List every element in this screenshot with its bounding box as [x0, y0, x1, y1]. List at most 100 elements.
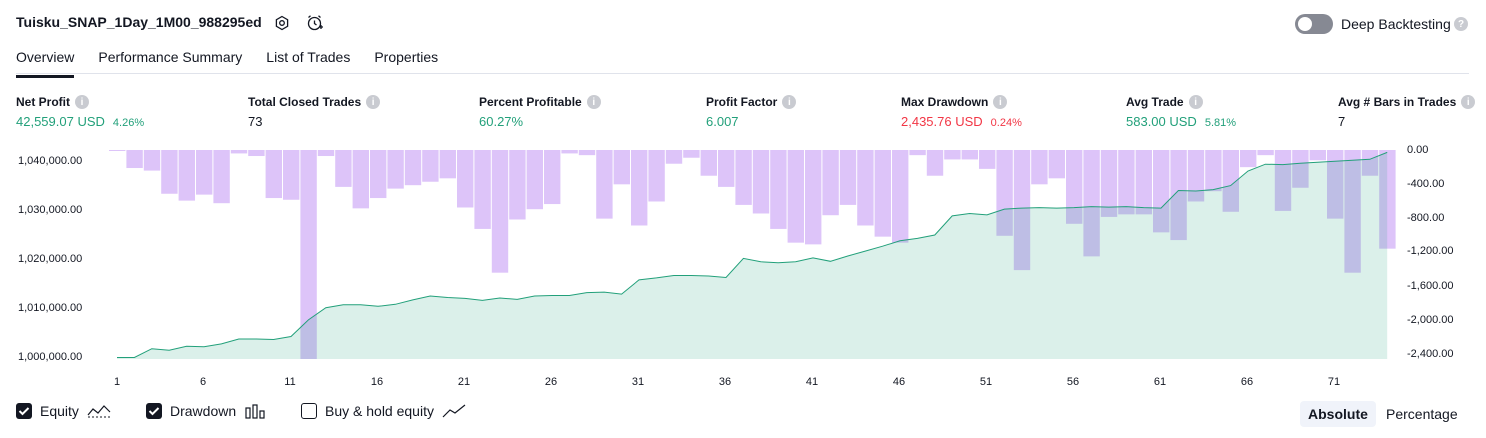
metric-label: Max Drawdown: [901, 95, 989, 109]
drawdown-bar: [752, 150, 770, 214]
metric-value: 60.27%: [479, 114, 524, 129]
drawdown-bar: [961, 150, 978, 160]
tab-divider: [16, 73, 1469, 74]
x-tick: 26: [544, 376, 558, 388]
x-tick: 36: [718, 376, 732, 388]
info-icon[interactable]: i: [366, 95, 381, 109]
drawdown-bar: [770, 150, 787, 229]
drawdown-bar: [1048, 150, 1065, 179]
metric-value: 42,559.07 USD: [16, 114, 105, 129]
legend-drawdown[interactable]: Drawdown: [146, 403, 266, 419]
tab-properties[interactable]: Properties: [374, 49, 438, 75]
drawdown-bar: [1309, 150, 1326, 161]
metric-label: Avg # Bars in Trades: [1338, 95, 1457, 109]
drawdown-bar: [126, 150, 143, 169]
drawdown-bar: [1031, 150, 1048, 185]
tab-performance-summary[interactable]: Performance Summary: [98, 49, 242, 75]
drawdown-bar: [805, 150, 822, 245]
x-tick: 21: [457, 376, 471, 388]
drawdown-bars-icon: [245, 404, 265, 419]
drawdown-bar: [457, 150, 474, 208]
info-icon[interactable]: i: [586, 95, 601, 109]
toggle-knob: [1298, 17, 1312, 31]
drawdown-bar: [892, 150, 909, 243]
buy-hold-checkbox[interactable]: [301, 403, 317, 419]
drawdown-bar: [909, 150, 926, 156]
drawdown-bar: [787, 150, 804, 243]
drawdown-bar: [561, 150, 578, 154]
legend-equity[interactable]: Equity: [16, 403, 111, 419]
x-tick: 51: [979, 376, 993, 388]
drawdown-bar: [230, 150, 248, 154]
help-icon[interactable]: ?: [1454, 17, 1468, 31]
metric-label: Total Closed Trades: [248, 95, 362, 109]
metric-label: Percent Profitable: [479, 95, 582, 109]
tab-list-of-trades[interactable]: List of Trades: [266, 49, 350, 75]
drawdown-checkbox[interactable]: [146, 403, 162, 419]
drawdown-bar: [474, 150, 491, 229]
drawdown-bar: [422, 150, 439, 182]
x-tick: 46: [892, 376, 906, 388]
y-right-tick: -2,400.00: [1407, 348, 1454, 360]
y-right-tick: -1,200.00: [1407, 245, 1454, 257]
drawdown-bar: [1257, 150, 1274, 156]
info-icon[interactable]: i: [1188, 95, 1203, 109]
legend-label: Buy & hold equity: [325, 403, 434, 419]
y-left-tick: 1,020,000.00: [18, 253, 83, 265]
drawdown-bar: [352, 150, 369, 209]
drawdown-bar: [578, 150, 596, 156]
drawdown-bar: [822, 150, 839, 216]
add-alert-icon[interactable]: [306, 14, 324, 32]
drawdown-bar: [335, 150, 352, 187]
drawdown-bar: [1118, 150, 1135, 215]
percentage-toggle[interactable]: Percentage: [1378, 401, 1466, 427]
y-left-tick: 1,040,000.00: [18, 155, 83, 167]
equity-drawdown-chart[interactable]: [0, 140, 1486, 370]
info-icon[interactable]: i: [1461, 95, 1476, 109]
drawdown-bar: [178, 150, 195, 201]
metric-avg-bars: Avg # Bars in Trades i 7: [1338, 94, 1476, 129]
metric-profit-factor: Profit Factor i 6.007: [706, 94, 797, 129]
y-left-tick: 1,030,000.00: [18, 204, 83, 216]
equity-checkbox[interactable]: [16, 403, 32, 419]
settings-icon[interactable]: [273, 14, 291, 32]
drawdown-bar: [265, 150, 282, 199]
drawdown-bar: [404, 150, 422, 186]
drawdown-bar: [1205, 150, 1222, 192]
legend-buy-hold[interactable]: Buy & hold equity: [301, 403, 466, 419]
x-tick: 56: [1066, 376, 1080, 388]
x-tick: 31: [631, 376, 645, 388]
drawdown-bar: [544, 150, 561, 205]
x-tick: 1: [113, 376, 121, 388]
y-left-tick: 1,000,000.00: [18, 351, 83, 363]
metric-label: Profit Factor: [706, 95, 778, 109]
metric-value: 73: [248, 114, 263, 129]
drawdown-bar: [596, 150, 613, 219]
drawdown-bar: [613, 150, 630, 185]
tab-bar: Overview Performance Summary List of Tra…: [16, 49, 438, 78]
y-right-tick: 0.00: [1407, 144, 1429, 156]
drawdown-bar: [700, 150, 717, 176]
absolute-toggle[interactable]: Absolute: [1300, 401, 1376, 427]
metric-label: Net Profit: [16, 95, 70, 109]
drawdown-bar: [161, 150, 178, 194]
legend-label: Equity: [40, 403, 79, 419]
drawdown-bar: [143, 150, 161, 171]
drawdown-bar: [387, 150, 404, 189]
info-icon[interactable]: i: [75, 95, 89, 109]
y-left-tick: 1,010,000.00: [18, 302, 83, 314]
drawdown-bar: [648, 150, 665, 202]
y-right-tick: -1,600.00: [1407, 280, 1454, 292]
deep-backtesting-label: Deep Backtesting: [1341, 16, 1451, 32]
drawdown-bar: [944, 150, 961, 160]
info-icon[interactable]: i: [782, 95, 797, 109]
x-tick: 16: [370, 376, 384, 388]
deep-backtesting-toggle[interactable]: [1295, 14, 1333, 34]
drawdown-bar: [631, 150, 648, 226]
drawdown-bar: [248, 150, 265, 157]
drawdown-bar: [439, 150, 456, 179]
drawdown-bar: [979, 150, 996, 169]
info-icon[interactable]: i: [993, 95, 1008, 109]
drawdown-bar: [317, 150, 335, 157]
metric-total-closed-trades: Total Closed Trades i 73: [248, 94, 381, 129]
